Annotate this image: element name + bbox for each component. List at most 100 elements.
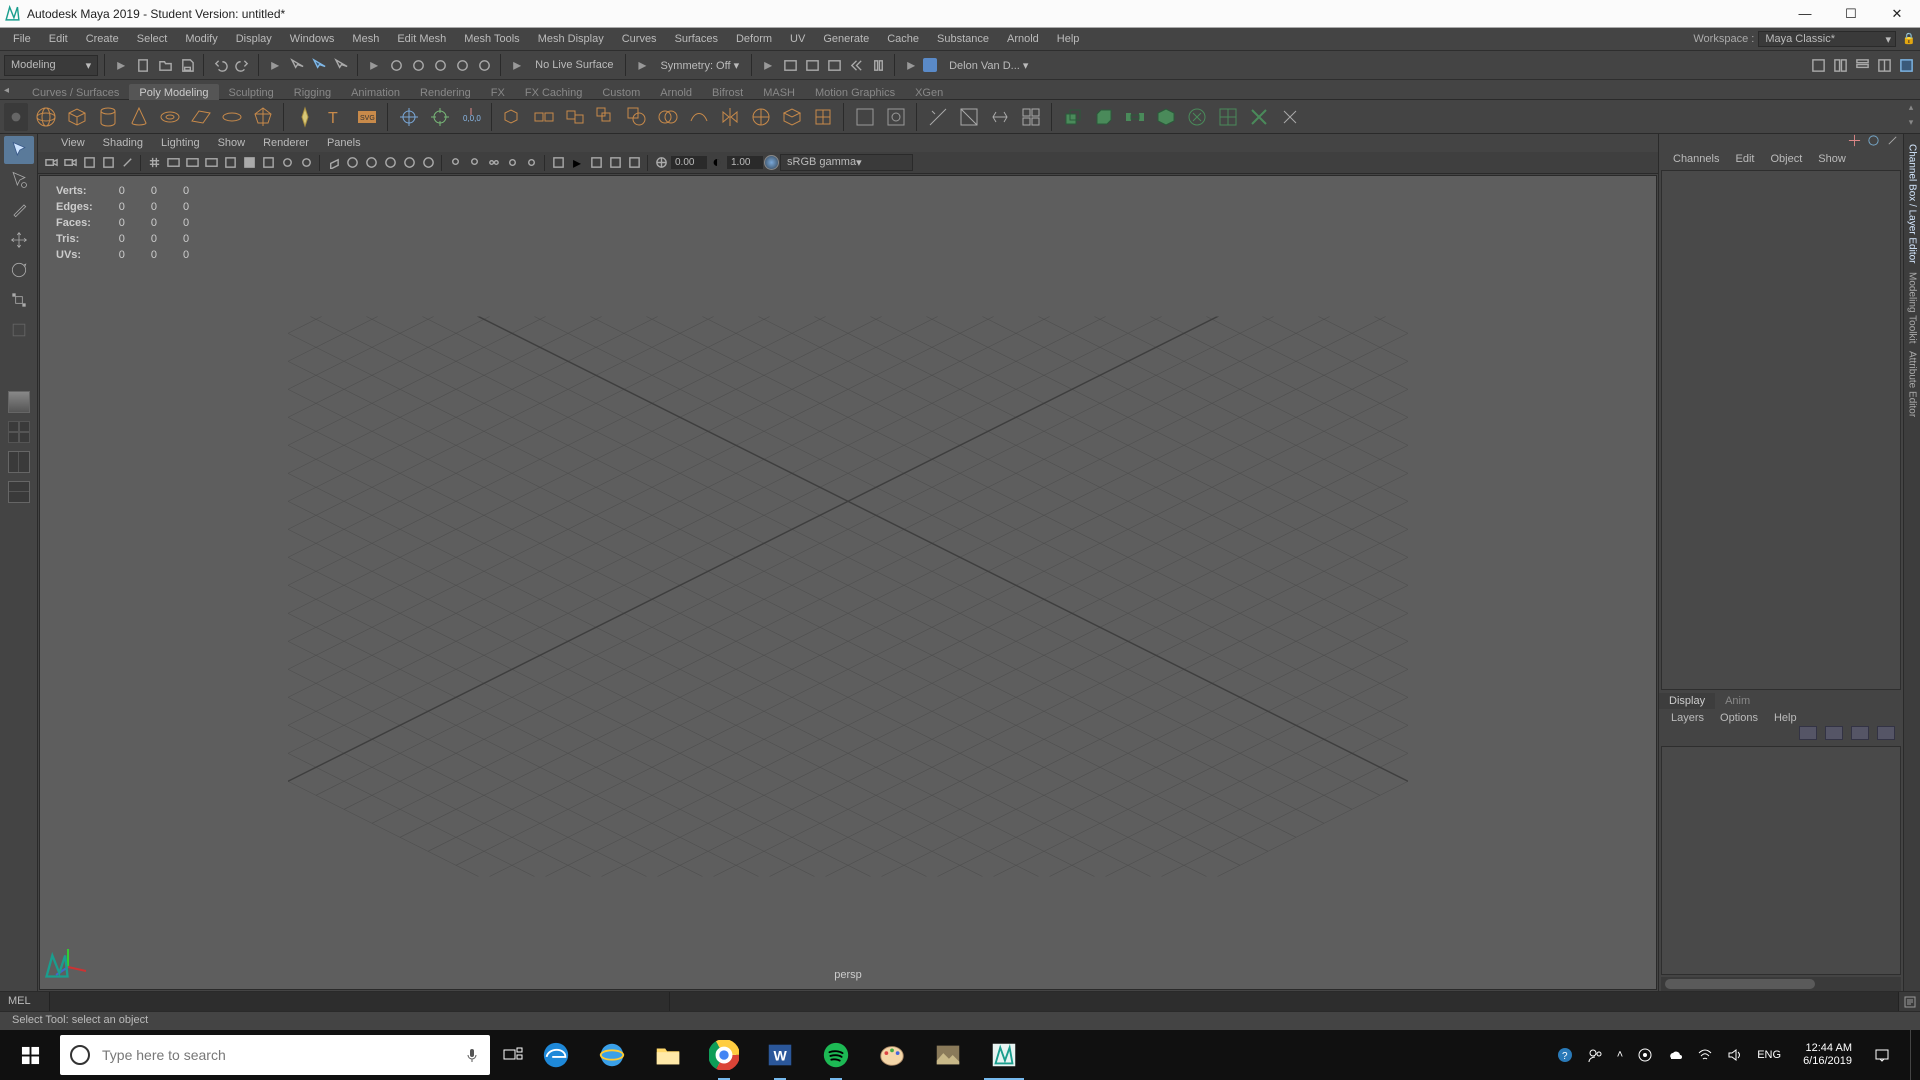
vp-gate-mask-toggle[interactable] <box>202 154 220 172</box>
snap-curve-button[interactable] <box>408 55 428 75</box>
layer-list[interactable] <box>1661 746 1901 975</box>
save-scene-button[interactable] <box>177 55 197 75</box>
separate-button[interactable] <box>530 103 557 130</box>
merge-button[interactable] <box>1276 103 1303 130</box>
single-layout-button[interactable] <box>4 418 34 446</box>
smooth-button[interactable] <box>685 103 712 130</box>
persp-viewport[interactable]: Verts:000Edges:000Faces:000Tris:000UVs:0… <box>39 175 1657 990</box>
menu-arnold[interactable]: Arnold <box>998 31 1048 47</box>
render-frame-button[interactable] <box>802 55 822 75</box>
people-tray-icon[interactable] <box>1587 1047 1603 1063</box>
vp-shaded-button[interactable] <box>240 154 258 172</box>
vp-color-toggle[interactable] <box>549 154 567 172</box>
select-by-component-button[interactable] <box>331 55 351 75</box>
onedrive-tray-icon[interactable] <box>1667 1047 1683 1063</box>
vp-light-none-button[interactable] <box>522 154 540 172</box>
layout-button[interactable] <box>4 478 34 506</box>
side-tab-attribute-editor[interactable]: Attribute Editor <box>1906 347 1919 421</box>
snap-live-button[interactable] <box>474 55 494 75</box>
collapse-group-icon[interactable]: ▸ <box>265 55 285 75</box>
quaddraw-button[interactable] <box>1017 103 1044 130</box>
vpmenu-lighting[interactable]: Lighting <box>152 135 209 151</box>
vp-aa-button[interactable] <box>419 154 437 172</box>
vp-snap2-button[interactable] <box>606 154 624 172</box>
paint-select-tool[interactable] <box>4 196 34 224</box>
outliner-button[interactable] <box>4 388 34 416</box>
vpmenu-renderer[interactable]: Renderer <box>254 135 318 151</box>
script-editor-button[interactable] <box>1898 992 1920 1011</box>
boolean-intersect-button[interactable] <box>654 103 681 130</box>
menu-create[interactable]: Create <box>77 31 128 47</box>
vp-light-all-button[interactable] <box>465 154 483 172</box>
poly-cone-button[interactable] <box>125 103 152 130</box>
four-layout-button[interactable] <box>4 448 34 476</box>
sphere-icon[interactable] <box>1867 134 1880 147</box>
connect-button[interactable] <box>986 103 1013 130</box>
layers-menu-options[interactable]: Options <box>1712 711 1766 725</box>
bevel-button[interactable] <box>1090 103 1117 130</box>
vp-snap1-button[interactable] <box>587 154 605 172</box>
select-by-hierarchy-button[interactable] <box>287 55 307 75</box>
word-app[interactable]: W <box>752 1030 808 1080</box>
menu-surfaces[interactable]: Surfaces <box>666 31 727 47</box>
select-by-object-button[interactable] <box>309 55 329 75</box>
mirror-button[interactable] <box>716 103 743 130</box>
vp-light-selected-button[interactable] <box>484 154 502 172</box>
taskbar-clock[interactable]: 12:44 AM6/16/2019 <box>1795 1042 1860 1068</box>
vp-light-default-button[interactable] <box>446 154 464 172</box>
collapse-group-icon[interactable]: ▸ <box>507 55 527 75</box>
redo-button[interactable] <box>232 55 252 75</box>
ipr-button[interactable] <box>780 55 800 75</box>
toggle-modeling-toolkit-button[interactable] <box>1808 55 1828 75</box>
multicut-button[interactable] <box>924 103 951 130</box>
layer-scrollbar[interactable] <box>1661 977 1901 991</box>
pause-button[interactable] <box>868 55 888 75</box>
layer-tab-anim[interactable]: Anim <box>1715 693 1760 709</box>
script-language-selector[interactable]: MEL <box>0 992 50 1011</box>
vp-shadows-button[interactable] <box>297 154 315 172</box>
workspace-selector[interactable]: Maya Classic*▾ <box>1758 31 1896 47</box>
side-tab-modeling-toolkit[interactable]: Modeling Toolkit <box>1906 268 1919 348</box>
poly-plane-button[interactable] <box>187 103 214 130</box>
menu-select[interactable]: Select <box>128 31 177 47</box>
manip-icon[interactable] <box>1848 134 1861 147</box>
pivot-snap-button[interactable] <box>426 103 453 130</box>
menu-curves[interactable]: Curves <box>613 31 666 47</box>
vp-xray-joints-button[interactable] <box>362 154 380 172</box>
channelbox-menu-show[interactable]: Show <box>1810 151 1854 167</box>
channelbox-menu-object[interactable]: Object <box>1762 151 1810 167</box>
show-desktop-button[interactable] <box>1910 1030 1916 1080</box>
menu-edit[interactable]: Edit <box>40 31 77 47</box>
fill-hole-button[interactable] <box>1183 103 1210 130</box>
snap-plane-button[interactable] <box>452 55 472 75</box>
poly-torus-button[interactable] <box>156 103 183 130</box>
start-button[interactable] <box>0 1030 60 1080</box>
uv-planar-button[interactable] <box>851 103 878 130</box>
symmetry-label[interactable]: Symmetry: Off ▾ <box>654 59 745 72</box>
layer-tab-display[interactable]: Display <box>1659 693 1715 709</box>
shelf-collapse-icon[interactable]: ◂ <box>4 85 18 99</box>
poly-disc-button[interactable] <box>218 103 245 130</box>
new-scene-button[interactable] <box>133 55 153 75</box>
poly-sphere-button[interactable] <box>32 103 59 130</box>
account-dropdown[interactable]: Delon Van D... ▾ <box>943 59 1034 72</box>
vp-grease-button[interactable] <box>118 154 136 172</box>
target-weld-button[interactable] <box>955 103 982 130</box>
vp-arrow-icon[interactable]: ▸ <box>568 154 586 172</box>
lock-icon[interactable]: 🔒 <box>1902 32 1916 46</box>
channelbox-area[interactable] <box>1661 170 1901 690</box>
collapse-group-icon[interactable]: ▸ <box>901 55 921 75</box>
channelbox-menu-channels[interactable]: Channels <box>1665 151 1727 167</box>
render-sequence-button[interactable] <box>824 55 844 75</box>
vp-motion-blur-button[interactable] <box>400 154 418 172</box>
snap-point-button[interactable] <box>430 55 450 75</box>
spotify-app[interactable] <box>808 1030 864 1080</box>
vp-occlusion-button[interactable] <box>381 154 399 172</box>
lasso-tool[interactable] <box>4 166 34 194</box>
poly-platonic-button[interactable] <box>249 103 276 130</box>
collapse-group-icon[interactable]: ▸ <box>758 55 778 75</box>
poly-type-button[interactable]: T <box>322 103 349 130</box>
vp-image-plane-button[interactable] <box>80 154 98 172</box>
vp-film-gate-toggle[interactable] <box>164 154 182 172</box>
chrome-app[interactable] <box>696 1030 752 1080</box>
